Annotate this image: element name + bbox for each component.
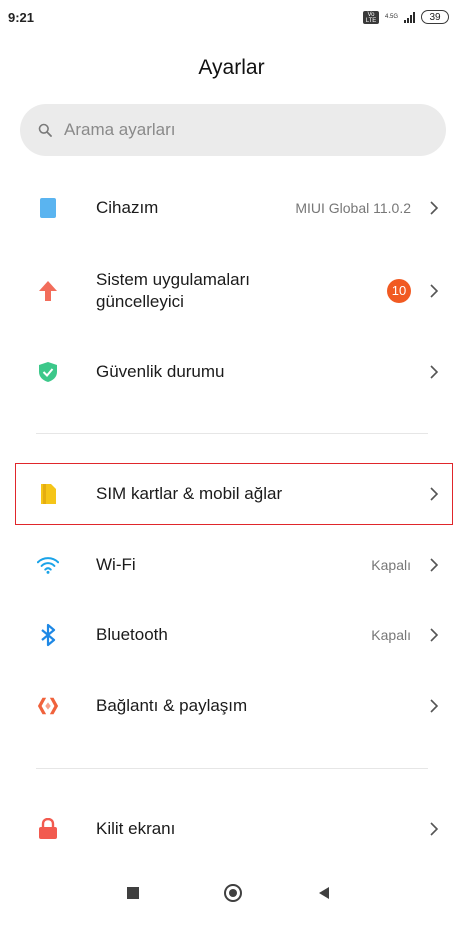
- status-bar: 9:21 Vo LTE 4.5G 39: [0, 0, 463, 36]
- settings-item-value: MIUI Global 11.0.2: [295, 200, 411, 216]
- shield-check-icon: [37, 361, 59, 383]
- settings-item-value: Kapalı: [371, 557, 411, 573]
- network-type-label: 4.5G: [384, 13, 398, 20]
- search-placeholder: Arama ayarları: [64, 120, 176, 139]
- settings-item-label: Sistem uygulamaları güncelleyici: [96, 270, 251, 311]
- signal-icon: [404, 11, 415, 23]
- chevron-right-icon: [430, 558, 439, 572]
- connection-share-icon: [37, 695, 59, 717]
- settings-item-connection-sharing[interactable]: Bağlantı & paylaşım: [0, 676, 463, 736]
- highlight-box: [15, 463, 453, 525]
- chevron-right-icon: [430, 628, 439, 642]
- navigation-bar: [0, 868, 463, 948]
- status-time: 9:21: [8, 10, 35, 25]
- page-title: Ayarlar: [198, 56, 265, 79]
- update-count-badge: 10: [387, 279, 411, 303]
- chevron-right-icon: [430, 284, 439, 298]
- settings-item-value: Kapalı: [371, 627, 411, 643]
- battery-icon: 39: [421, 10, 449, 24]
- settings-item-label: Kilit ekranı: [96, 819, 176, 838]
- arrow-up-icon: [37, 280, 59, 302]
- battery-level: 39: [429, 12, 441, 23]
- chevron-right-icon: [430, 822, 439, 836]
- chevron-right-icon: [430, 365, 439, 379]
- search-bar[interactable]: Arama ayarları: [20, 104, 446, 156]
- settings-item-label: Bağlantı & paylaşım: [96, 696, 248, 715]
- section-divider: [36, 768, 428, 769]
- chevron-right-icon: [430, 699, 439, 713]
- chevron-right-icon: [430, 201, 439, 215]
- search-icon: [38, 123, 52, 137]
- lock-icon: [37, 818, 59, 840]
- settings-item-lock-screen[interactable]: Kilit ekranı: [0, 799, 463, 859]
- network-type-icon: 4.5G: [385, 14, 398, 21]
- settings-item-security-status[interactable]: Güvenlik durumu: [0, 342, 463, 402]
- settings-item-bluetooth[interactable]: Bluetooth Kapalı: [0, 605, 463, 665]
- settings-item-label: Cihazım: [96, 198, 159, 217]
- settings-item-label: Güvenlik durumu: [96, 362, 225, 381]
- settings-item-my-device[interactable]: Cihazım MIUI Global 11.0.2: [0, 178, 463, 238]
- volte-icon: Vo LTE: [362, 10, 379, 24]
- home-button[interactable]: [224, 884, 242, 902]
- settings-item-label: Wi-Fi: [96, 555, 136, 574]
- status-icons: Vo LTE 4.5G 39: [362, 10, 449, 24]
- bluetooth-icon: [37, 623, 59, 647]
- phone-icon: [37, 197, 59, 219]
- recent-apps-button[interactable]: [127, 887, 139, 899]
- settings-item-wifi[interactable]: Wi-Fi Kapalı: [0, 535, 463, 595]
- settings-item-label: Bluetooth: [96, 625, 168, 644]
- settings-item-system-app-updater[interactable]: Sistem uygulamaları güncelleyici 10: [0, 258, 463, 324]
- section-divider: [36, 433, 428, 434]
- back-button[interactable]: [318, 886, 330, 900]
- wifi-icon: [37, 554, 59, 576]
